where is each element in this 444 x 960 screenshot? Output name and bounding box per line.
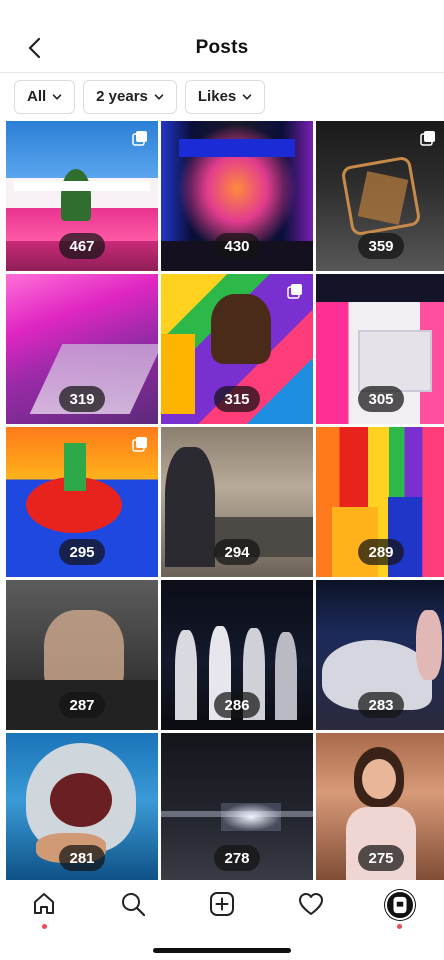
chevron-left-icon xyxy=(28,37,41,59)
bottom-tab-bar xyxy=(0,880,444,932)
chevron-down-icon xyxy=(52,93,62,100)
post-tile[interactable]: 275 xyxy=(316,733,444,883)
tab-search[interactable] xyxy=(113,890,153,930)
likes-count-badge: 278 xyxy=(214,845,260,871)
post-tile[interactable]: 305 xyxy=(316,274,444,424)
tab-activity[interactable] xyxy=(291,890,331,930)
post-tile[interactable]: 315 xyxy=(161,274,313,424)
tab-home[interactable] xyxy=(24,890,64,930)
likes-count-badge: 315 xyxy=(214,386,260,412)
profile-avatar xyxy=(384,890,415,920)
filter-type-dropdown[interactable]: All xyxy=(14,79,76,114)
tab-new-post[interactable] xyxy=(202,890,242,930)
page-title: Posts xyxy=(195,37,249,58)
post-tile[interactable]: 287 xyxy=(6,580,158,730)
chevron-down-icon xyxy=(242,93,252,100)
post-tile[interactable]: 467 xyxy=(6,121,158,271)
multiple-photos-icon xyxy=(287,284,302,299)
header: Posts xyxy=(0,24,444,72)
notification-dot xyxy=(397,924,403,929)
likes-count-badge: 281 xyxy=(59,845,105,871)
likes-count-badge: 294 xyxy=(214,539,260,565)
post-tile[interactable]: 283 xyxy=(316,580,444,730)
notification-dot xyxy=(41,924,47,929)
filter-bar: All 2 years Likes xyxy=(0,72,444,120)
post-tile[interactable]: 430 xyxy=(161,121,313,271)
post-tile[interactable]: 278 xyxy=(161,733,313,883)
likes-count-badge: 305 xyxy=(358,386,404,412)
status-bar-area xyxy=(0,0,444,8)
likes-count-badge: 283 xyxy=(358,692,404,718)
filter-period-label: 2 years xyxy=(96,88,148,105)
likes-count-badge: 359 xyxy=(358,233,404,259)
likes-count-badge: 319 xyxy=(59,386,105,412)
filter-period-dropdown[interactable]: 2 years xyxy=(83,79,177,114)
heart-icon xyxy=(298,893,323,915)
post-tile[interactable]: 319 xyxy=(6,274,158,424)
filter-metric-label: Likes xyxy=(197,88,237,105)
likes-count-badge: 275 xyxy=(358,845,404,871)
likes-count-badge: 467 xyxy=(59,233,105,259)
likes-count-badge: 286 xyxy=(214,692,260,718)
filter-metric-dropdown[interactable]: Likes xyxy=(184,79,266,114)
home-icon xyxy=(34,893,55,914)
likes-count-badge: 289 xyxy=(358,539,404,565)
post-tile[interactable]: 289 xyxy=(316,427,444,577)
add-post-icon xyxy=(209,892,234,916)
home-indicator xyxy=(153,948,291,953)
tab-profile[interactable] xyxy=(380,890,420,930)
posts-grid: 467 430 359 319 315 305 295 294 289 287 … xyxy=(6,121,444,883)
multiple-photos-icon xyxy=(420,131,435,146)
multiple-photos-icon xyxy=(132,437,147,452)
post-tile[interactable]: 286 xyxy=(161,580,313,730)
chevron-down-icon xyxy=(154,93,164,100)
search-icon xyxy=(122,893,146,917)
post-tile[interactable]: 294 xyxy=(161,427,313,577)
post-tile[interactable]: 281 xyxy=(6,733,158,883)
filter-type-label: All xyxy=(27,88,47,105)
post-tile[interactable]: 295 xyxy=(6,427,158,577)
avatar-logo-icon xyxy=(393,896,407,914)
multiple-photos-icon xyxy=(132,131,147,146)
post-tile[interactable]: 359 xyxy=(316,121,444,271)
likes-count-badge: 295 xyxy=(59,539,105,565)
back-button[interactable] xyxy=(18,32,50,64)
likes-count-badge: 287 xyxy=(59,692,105,718)
likes-count-badge: 430 xyxy=(214,233,260,259)
